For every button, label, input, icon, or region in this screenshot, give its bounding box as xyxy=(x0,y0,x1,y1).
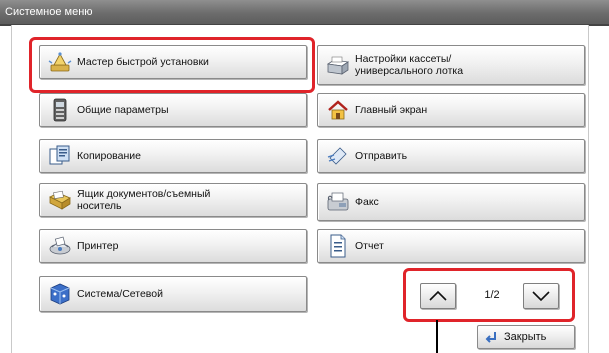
document-box-label-line2: носитель xyxy=(77,200,122,212)
home-screen-label: Главный экран xyxy=(355,104,428,116)
document-box-label: Ящик документов/съемный носитель xyxy=(77,188,210,212)
wizard-hat-icon xyxy=(48,50,72,74)
settings-device-icon xyxy=(48,98,72,122)
close-button[interactable]: Закрыть xyxy=(477,325,575,349)
page-down-button[interactable] xyxy=(523,283,559,309)
document-box-label-line1: Ящик документов/съемный xyxy=(77,188,211,200)
printer-label: Принтер xyxy=(77,240,119,252)
chevron-up-icon xyxy=(429,290,447,301)
network-icon xyxy=(48,282,72,306)
home-icon xyxy=(326,98,350,122)
report-icon xyxy=(326,234,350,258)
system-network-button[interactable]: Система/Сетевой xyxy=(39,276,307,312)
chevron-down-icon xyxy=(532,291,550,302)
copy-icon xyxy=(48,144,72,168)
printer-icon xyxy=(48,234,72,258)
copy-label: Копирование xyxy=(77,150,141,162)
quick-setup-button[interactable]: Мастер быстрой установки xyxy=(39,45,307,79)
close-label: Закрыть xyxy=(504,331,547,343)
document-box-button[interactable]: Ящик документов/съемный носитель xyxy=(39,183,307,217)
report-button[interactable]: Отчет xyxy=(317,229,585,263)
cassette-mp-label-line1: Настройки кассеты/ xyxy=(355,53,452,65)
return-arrow-icon xyxy=(484,330,498,344)
document-box-icon xyxy=(48,188,72,212)
quick-setup-label: Мастер быстрой установки xyxy=(77,56,209,68)
common-settings-button[interactable]: Общие параметры xyxy=(39,93,307,127)
system-network-label: Система/Сетевой xyxy=(77,288,163,300)
printer-button[interactable]: Принтер xyxy=(39,229,307,263)
copy-button[interactable]: Копирование xyxy=(39,139,307,173)
cassette-mp-tray-button[interactable]: Настройки кассеты/ универсального лотка xyxy=(317,45,585,85)
title-bar: Системное меню xyxy=(0,0,609,26)
report-label: Отчет xyxy=(355,240,384,252)
send-icon xyxy=(326,144,350,168)
page-indicator: 1/2 xyxy=(484,289,500,301)
common-settings-label: Общие параметры xyxy=(77,104,169,116)
paper-tray-icon xyxy=(326,53,350,77)
home-screen-button[interactable]: Главный экран xyxy=(317,93,585,127)
fax-icon xyxy=(326,190,350,214)
page-up-button[interactable] xyxy=(420,283,456,309)
window-title: Системное меню xyxy=(5,6,93,18)
send-label: Отправить xyxy=(355,150,408,162)
callout-line xyxy=(436,320,438,353)
send-button[interactable]: Отправить xyxy=(317,139,585,173)
cassette-mp-label-line2: универсального лотка xyxy=(355,65,464,77)
fax-button[interactable]: Факс xyxy=(317,183,585,221)
cassette-mp-tray-label: Настройки кассеты/ универсального лотка xyxy=(355,53,463,77)
fax-label: Факс xyxy=(355,196,379,208)
